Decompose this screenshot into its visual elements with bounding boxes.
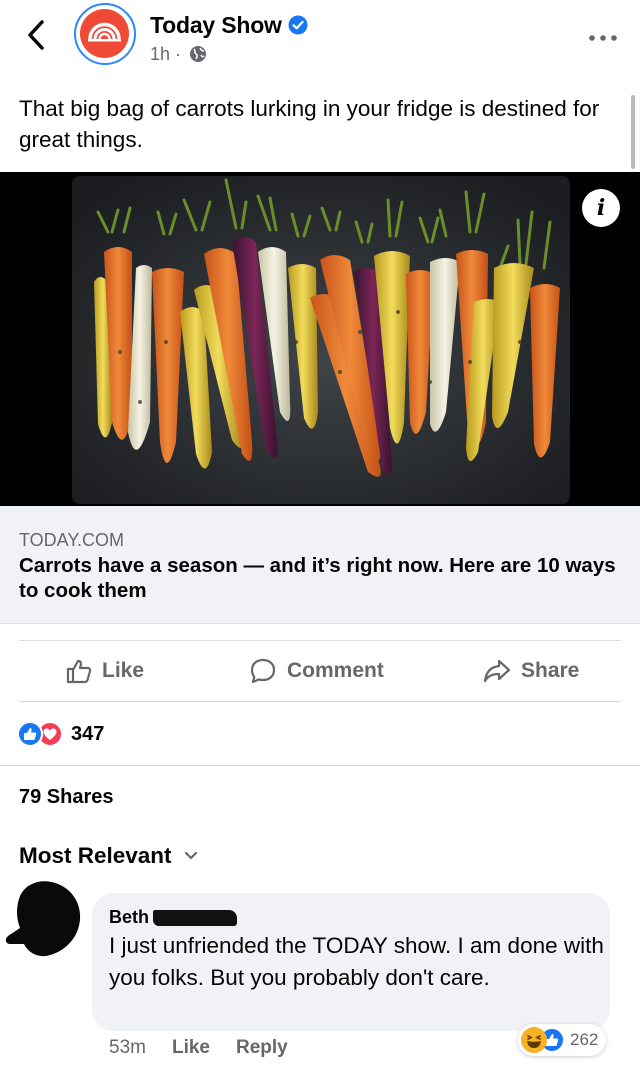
comment-like-button[interactable]: Like (172, 1037, 210, 1059)
comment-sort-dropdown[interactable]: Most Relevant (19, 843, 198, 869)
page-name-text[interactable]: Today Show (150, 12, 282, 38)
share-arrow-icon (483, 659, 511, 683)
sort-label: Most Relevant (19, 843, 172, 868)
page-avatar[interactable] (74, 3, 136, 65)
link-preview[interactable]: TODAY.COM Carrots have a season — and it… (0, 506, 640, 624)
meta-separator: · (175, 44, 182, 64)
chevron-down-icon (184, 851, 197, 860)
redaction-mark (153, 909, 237, 926)
comment-reaction-count: 262 (570, 1030, 599, 1049)
comment-button[interactable]: Comment (249, 641, 384, 701)
info-icon[interactable]: i (582, 189, 620, 227)
thumbs-up-icon (66, 659, 92, 684)
globe-icon (190, 46, 207, 62)
back-chevron-icon[interactable] (22, 18, 50, 52)
comment-button-label: Comment (287, 659, 384, 682)
comment-author-name[interactable]: Beth (109, 907, 149, 928)
more-options-icon[interactable] (588, 34, 618, 42)
like-button[interactable]: Like (66, 641, 144, 701)
like-reaction-icon (17, 721, 43, 747)
commenter-avatar[interactable] (2, 878, 84, 960)
scrollbar[interactable] (631, 95, 635, 169)
share-button[interactable]: Share (483, 641, 579, 701)
post-text: That big bag of carrots lurking in your … (19, 96, 600, 152)
shares-count[interactable]: 79 Shares (19, 786, 114, 809)
divider (19, 701, 621, 702)
reaction-summary[interactable]: 347 (17, 719, 104, 749)
post-time[interactable]: 1h (150, 44, 170, 64)
action-bar: Like Comment Share (0, 641, 640, 701)
divider (0, 765, 640, 766)
comment-actions: 53m Like Reply (109, 1037, 288, 1059)
haha-reaction-icon (521, 1027, 547, 1053)
comment-author[interactable]: Beth (109, 907, 237, 928)
link-domain: TODAY.COM (19, 530, 125, 550)
share-button-label: Share (521, 659, 580, 682)
comment-time[interactable]: 53m (109, 1037, 146, 1059)
page-name[interactable]: Today Show (150, 12, 308, 39)
reaction-count: 347 (71, 722, 105, 745)
comment-text: I just unfriended the TODAY show. I am d… (109, 933, 604, 990)
like-button-label: Like (102, 659, 145, 682)
comment-bubble-icon (250, 658, 276, 684)
verified-badge-icon (288, 15, 308, 35)
post-meta: 1h · (150, 44, 207, 65)
comment-reply-button[interactable]: Reply (236, 1037, 288, 1059)
post-image[interactable] (0, 172, 640, 506)
post-header: Today Show 1h · (0, 0, 640, 80)
today-logo-icon (80, 9, 129, 58)
carrots-on-tray-image (0, 172, 640, 506)
link-title[interactable]: Carrots have a season — and it’s right n… (19, 553, 619, 603)
comment-reactions[interactable]: 262 (518, 1024, 607, 1056)
comment-bubble[interactable]: Beth I just unfriended the TODAY show. I… (92, 893, 610, 1031)
